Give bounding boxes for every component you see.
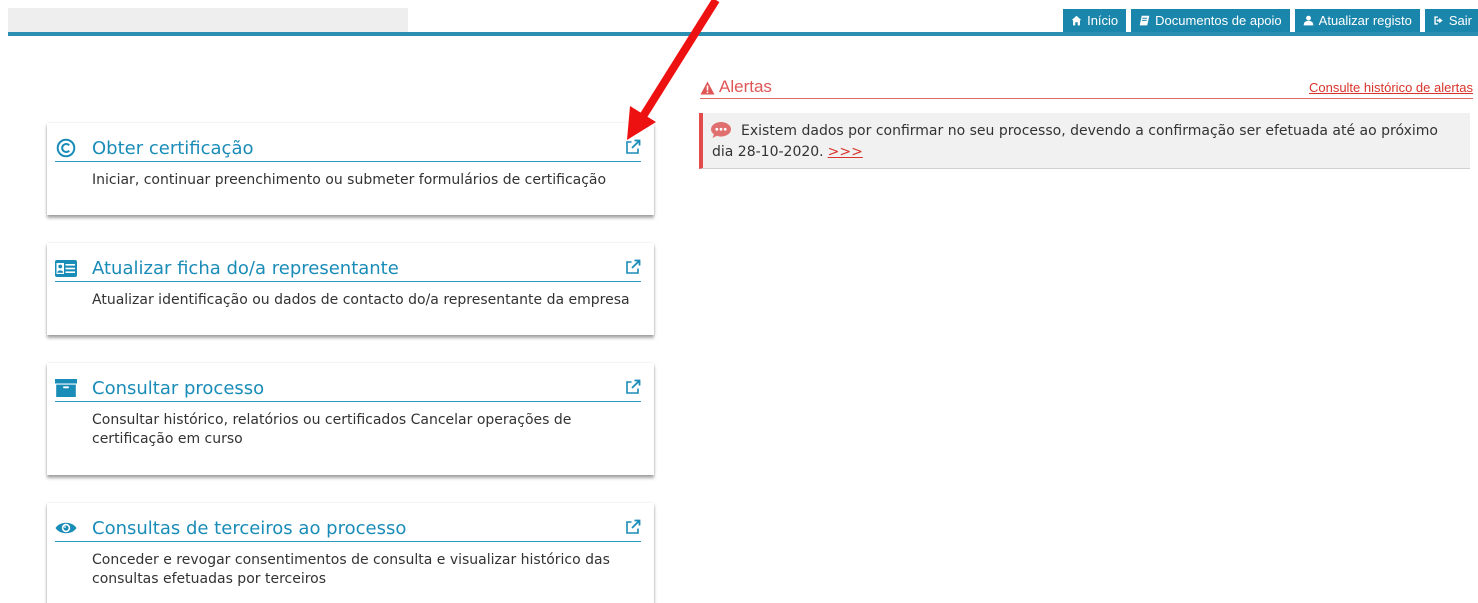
- home-icon: [1071, 15, 1082, 26]
- alert-item: Existem dados por confirmar no seu proce…: [699, 113, 1470, 169]
- card-title-row: Atualizar ficha do/a representante: [55, 257, 641, 282]
- card-description: Conceder e revogar consentimentos de con…: [92, 552, 610, 587]
- alert-details-link[interactable]: >>>: [828, 144, 863, 160]
- user-icon: [1303, 15, 1314, 26]
- card-title-row: Obter certificação: [55, 137, 641, 162]
- alert-message: Existem dados por confirmar no seu proce…: [712, 121, 1460, 163]
- card-obter-certificacao: Obter certificação Iniciar, continuar pr…: [47, 123, 654, 215]
- copyright-icon: [55, 137, 77, 159]
- nav-logout-button[interactable]: Sair: [1424, 9, 1478, 32]
- external-link-icon[interactable]: [625, 259, 641, 275]
- top-navigation: Início Documentos de apoio Atualizar reg…: [1063, 9, 1478, 32]
- external-link-icon[interactable]: [625, 379, 641, 395]
- nav-documents-label: Documentos de apoio: [1155, 13, 1282, 28]
- top-bar: Início Documentos de apoio Atualizar reg…: [0, 0, 1478, 36]
- nav-logout-label: Sair: [1448, 13, 1472, 28]
- alerts-header: Alertas Consulte histórico de alertas: [700, 77, 1473, 99]
- card-consultar-processo: Consultar processo Consultar histórico, …: [47, 363, 654, 475]
- card-title-row: Consultas de terceiros ao processo: [55, 517, 641, 542]
- external-link-icon[interactable]: [625, 519, 641, 535]
- top-bar-accent-line: [8, 32, 1478, 36]
- book-icon: [1139, 15, 1150, 26]
- nav-update-registration-button[interactable]: Atualizar registo: [1294, 9, 1420, 32]
- obter-certificacao-link[interactable]: Obter certificação: [92, 138, 253, 159]
- nav-update-registration-label: Atualizar registo: [1318, 13, 1412, 28]
- sign-out-icon: [1433, 15, 1444, 26]
- card-title-row: Consultar processo: [55, 377, 641, 402]
- eye-icon: [55, 517, 77, 539]
- archive-icon: [55, 377, 77, 399]
- nav-home-button[interactable]: Início: [1063, 9, 1127, 32]
- alert-text: Existem dados por confirmar no seu proce…: [712, 123, 1438, 160]
- nav-documents-button[interactable]: Documentos de apoio: [1131, 9, 1290, 32]
- consultar-processo-link[interactable]: Consultar processo: [92, 378, 264, 399]
- annotation-arrow: [627, 0, 720, 140]
- card-consultas-terceiros: Consultas de terceiros ao processo Conce…: [47, 503, 654, 603]
- consultas-terceiros-link[interactable]: Consultas de terceiros ao processo: [92, 518, 406, 539]
- card-description: Atualizar identificação ou dados de cont…: [92, 292, 630, 308]
- top-bar-placeholder: [8, 8, 408, 32]
- card-atualizar-ficha: Atualizar ficha do/a representante Atual…: [47, 243, 654, 335]
- atualizar-ficha-link[interactable]: Atualizar ficha do/a representante: [92, 258, 399, 279]
- alerts-history-link[interactable]: Consulte histórico de alertas: [1309, 80, 1473, 95]
- nav-home-label: Início: [1087, 13, 1119, 28]
- id-card-icon: [55, 257, 77, 279]
- card-description: Iniciar, continuar preenchimento ou subm…: [92, 172, 607, 188]
- card-description: Consultar histórico, relatórios ou certi…: [92, 412, 572, 447]
